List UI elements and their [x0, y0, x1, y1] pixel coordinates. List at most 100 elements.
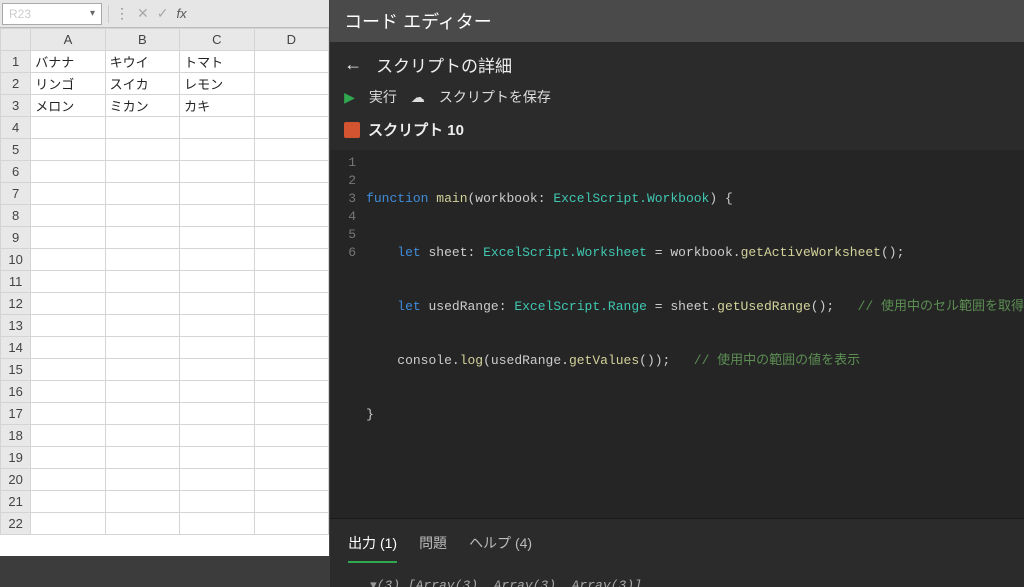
cell[interactable] — [180, 315, 254, 337]
row-header[interactable]: 11 — [1, 271, 31, 293]
cell[interactable]: スイカ — [105, 73, 179, 95]
row-header[interactable]: 15 — [1, 359, 31, 381]
cell[interactable]: メロン — [31, 95, 105, 117]
row-header[interactable]: 6 — [1, 161, 31, 183]
row-header[interactable]: 18 — [1, 425, 31, 447]
cell[interactable] — [105, 249, 179, 271]
cell[interactable] — [105, 425, 179, 447]
cell[interactable] — [180, 139, 254, 161]
cell[interactable] — [180, 381, 254, 403]
col-header[interactable]: A — [31, 29, 105, 51]
cloud-save-icon[interactable]: ☁ — [411, 89, 425, 106]
cell[interactable] — [254, 139, 329, 161]
cell[interactable] — [31, 491, 105, 513]
row-header[interactable]: 8 — [1, 205, 31, 227]
cell[interactable] — [105, 117, 179, 139]
cell[interactable] — [254, 117, 329, 139]
sheet-table[interactable]: ABCD1バナナキウイトマト2リンゴスイカレモン3メロンミカンカキ4567891… — [0, 28, 329, 535]
cell[interactable] — [105, 161, 179, 183]
row-header[interactable]: 20 — [1, 469, 31, 491]
tab-problems[interactable]: 問題 — [419, 533, 447, 563]
cell[interactable] — [31, 161, 105, 183]
name-box[interactable]: R23 ▾ — [2, 3, 102, 25]
grid[interactable]: ABCD1バナナキウイトマト2リンゴスイカレモン3メロンミカンカキ4567891… — [0, 28, 329, 556]
cell[interactable] — [31, 447, 105, 469]
cell[interactable] — [254, 315, 329, 337]
row-header[interactable]: 14 — [1, 337, 31, 359]
cell[interactable] — [105, 293, 179, 315]
cell[interactable] — [105, 491, 179, 513]
cell[interactable] — [180, 293, 254, 315]
cell[interactable] — [254, 271, 329, 293]
cell[interactable] — [105, 183, 179, 205]
cell[interactable] — [105, 205, 179, 227]
cell[interactable]: トマト — [180, 51, 254, 73]
cell[interactable] — [105, 139, 179, 161]
cell[interactable] — [180, 491, 254, 513]
cell[interactable] — [254, 425, 329, 447]
cell[interactable] — [105, 337, 179, 359]
row-header[interactable]: 21 — [1, 491, 31, 513]
row-header[interactable]: 22 — [1, 513, 31, 535]
row-header[interactable]: 1 — [1, 51, 31, 73]
cell[interactable] — [254, 513, 329, 535]
row-header[interactable]: 19 — [1, 447, 31, 469]
cell[interactable] — [31, 315, 105, 337]
cell[interactable] — [105, 403, 179, 425]
cell[interactable] — [31, 227, 105, 249]
cell[interactable] — [180, 337, 254, 359]
col-header[interactable]: C — [180, 29, 254, 51]
cell[interactable] — [105, 271, 179, 293]
cell[interactable] — [254, 381, 329, 403]
row-header[interactable]: 17 — [1, 403, 31, 425]
run-icon[interactable]: ▶ — [344, 89, 355, 106]
cell[interactable] — [180, 425, 254, 447]
cell[interactable] — [180, 403, 254, 425]
row-header[interactable]: 13 — [1, 315, 31, 337]
cell[interactable] — [180, 205, 254, 227]
cell[interactable] — [180, 249, 254, 271]
cell[interactable] — [31, 337, 105, 359]
row-header[interactable]: 3 — [1, 95, 31, 117]
corner-cell[interactable] — [1, 29, 31, 51]
cell[interactable] — [254, 403, 329, 425]
cell[interactable] — [31, 139, 105, 161]
cell[interactable]: バナナ — [31, 51, 105, 73]
cell[interactable] — [254, 337, 329, 359]
tab-output[interactable]: 出力 (1) — [348, 533, 397, 563]
cell[interactable] — [180, 161, 254, 183]
cell[interactable] — [31, 205, 105, 227]
cell[interactable] — [31, 117, 105, 139]
row-header[interactable]: 10 — [1, 249, 31, 271]
more-icon[interactable]: ⋮ — [115, 5, 129, 22]
cell[interactable]: キウイ — [105, 51, 179, 73]
cell[interactable] — [31, 249, 105, 271]
cell[interactable]: リンゴ — [31, 73, 105, 95]
cell[interactable]: ミカン — [105, 95, 179, 117]
code-editor[interactable]: 123456 function main(workbook: ExcelScri… — [330, 150, 1024, 518]
code-body[interactable]: function main(workbook: ExcelScript.Work… — [366, 154, 1024, 514]
cell[interactable] — [180, 359, 254, 381]
cell[interactable] — [31, 403, 105, 425]
cell[interactable] — [31, 469, 105, 491]
script-name[interactable]: スクリプト 10 — [368, 119, 464, 140]
fx-icon[interactable]: fx — [176, 6, 186, 21]
cell[interactable] — [254, 469, 329, 491]
confirm-icon[interactable]: ✓ — [157, 5, 169, 22]
cell[interactable] — [105, 227, 179, 249]
cell[interactable] — [31, 183, 105, 205]
cell[interactable] — [254, 73, 329, 95]
cell[interactable] — [180, 447, 254, 469]
cell[interactable] — [31, 271, 105, 293]
output-area[interactable]: i ▾(3) [Array(3), Array(3), Array(3)] ▾0… — [330, 569, 1024, 587]
cell[interactable] — [31, 513, 105, 535]
cell[interactable] — [254, 491, 329, 513]
cell[interactable] — [254, 249, 329, 271]
col-header[interactable]: B — [105, 29, 179, 51]
cell[interactable] — [180, 227, 254, 249]
cell[interactable] — [105, 315, 179, 337]
row-header[interactable]: 9 — [1, 227, 31, 249]
row-header[interactable]: 16 — [1, 381, 31, 403]
col-header[interactable]: D — [254, 29, 329, 51]
cell[interactable] — [254, 205, 329, 227]
